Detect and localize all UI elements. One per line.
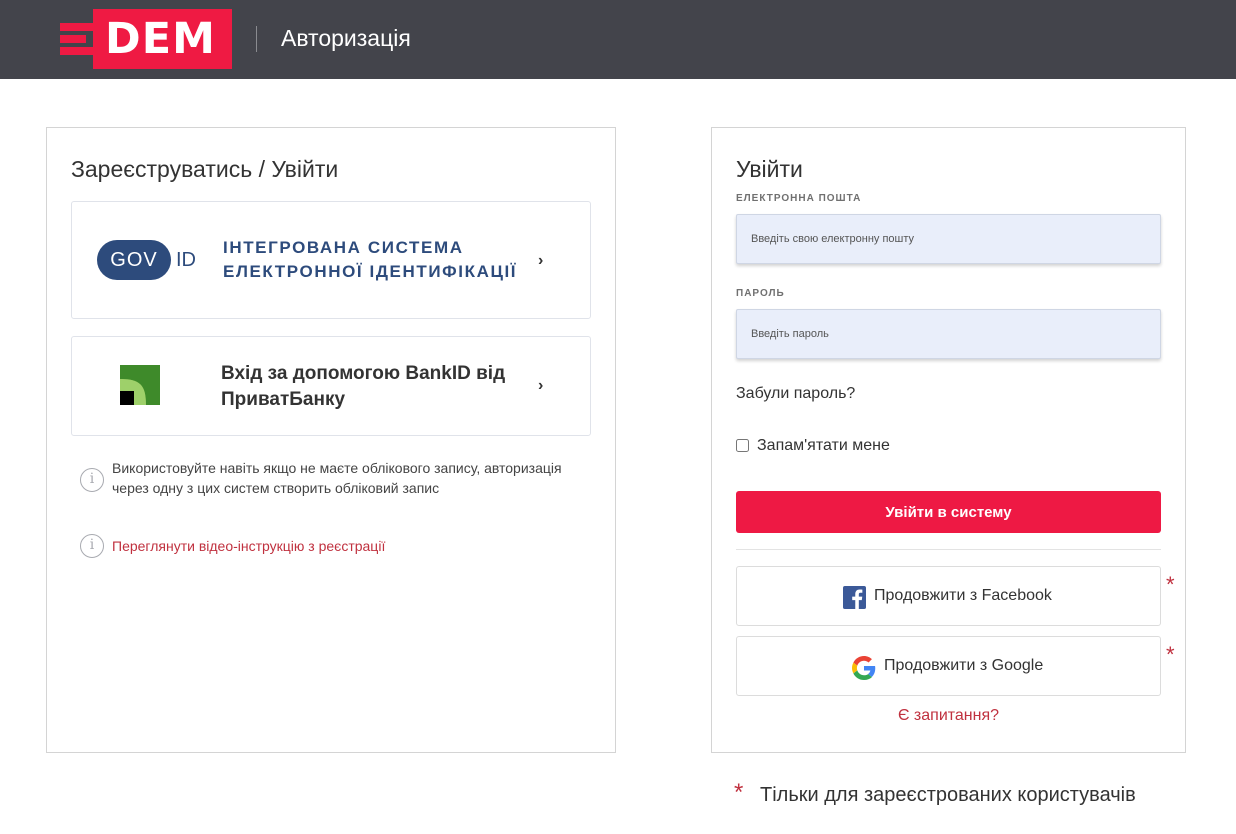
top-header: DEM Авторизація (0, 0, 1236, 79)
register-card: Зареєструватись / Увійти GOV ID Інтегров… (46, 127, 616, 753)
asterisk: * (1166, 572, 1175, 597)
facebook-icon (843, 586, 866, 609)
question-link[interactable]: Є запитання? (712, 706, 1185, 726)
email-label: ЕЛЕКТРОННА ПОШТА (736, 193, 862, 204)
facebook-label: Продовжити з Facebook (874, 587, 1052, 604)
govid-logo: GOV (97, 240, 171, 280)
divider (736, 549, 1161, 550)
forgot-password-link[interactable]: Забули пароль? (736, 384, 855, 404)
info-icon: i (80, 468, 104, 492)
login-title: Увійти (736, 156, 803, 182)
google-icon (852, 656, 876, 680)
footnote-asterisk: * (734, 779, 744, 806)
govid-description: Інтегрована система електронної ідентифі… (223, 238, 518, 281)
remember-me-label: Запам'ятати мене (757, 437, 890, 454)
dem-logo[interactable]: DEM (60, 9, 232, 69)
password-label: ПАРОЛЬ (736, 288, 785, 299)
header-separator (256, 26, 257, 52)
footnote-text: Тільки для зареєстрованих користувачів (760, 784, 1136, 806)
chevron-right-icon: › (538, 252, 544, 269)
login-submit-button[interactable]: Увійти в систему (736, 491, 1161, 533)
bankid-label: Вхід за допомогою BankID від ПриватБанку (221, 363, 506, 410)
govid-logo-gov: GOV (110, 249, 158, 271)
video-instruction-link[interactable]: Переглянути відео-інструкцію з реєстраці… (112, 536, 385, 556)
privatbank-logo-icon (120, 365, 160, 405)
remember-me-checkbox[interactable] (736, 439, 749, 452)
page-title: Авторизація (281, 25, 411, 51)
govid-button[interactable]: GOV ID Інтегрована система електронної і… (71, 201, 591, 319)
logo-stripe (60, 35, 86, 43)
login-card: Увійти ЕЛЕКТРОННА ПОШТА ПАРОЛЬ Забули па… (711, 127, 1186, 753)
bankid-button[interactable]: Вхід за допомогою BankID від ПриватБанку… (71, 336, 591, 436)
register-title: Зареєструватись / Увійти (71, 156, 339, 182)
govid-logo-id: ID (176, 249, 196, 271)
info-note: Використовуйте навіть якщо не маєте облі… (112, 460, 562, 496)
chevron-right-icon: › (538, 377, 544, 394)
email-input[interactable] (736, 214, 1161, 264)
asterisk: * (1166, 642, 1175, 667)
facebook-login-button[interactable]: Продовжити з Facebook (736, 566, 1161, 626)
logo-text: DEM (105, 14, 216, 64)
google-label: Продовжити з Google (884, 657, 1044, 674)
google-login-button[interactable]: Продовжити з Google (736, 636, 1161, 696)
info-icon: i (80, 534, 104, 558)
password-input[interactable] (736, 309, 1161, 359)
